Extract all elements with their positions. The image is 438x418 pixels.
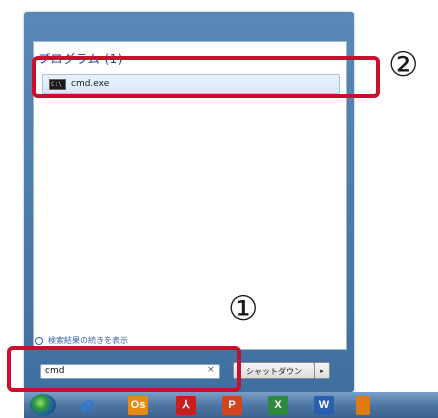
search-icon (35, 336, 43, 345)
internet-explorer-icon[interactable]: e (78, 394, 98, 416)
annotation-number-2: ② (388, 45, 419, 85)
outlook-icon[interactable]: Os (128, 396, 148, 415)
annotation-box-step-2 (32, 56, 380, 98)
start-orb-icon[interactable] (30, 394, 56, 416)
annotation-number-1: ① (228, 289, 259, 329)
app-icon[interactable] (356, 396, 370, 415)
shutdown-options-button[interactable]: ▸ (315, 362, 330, 379)
more-results-link[interactable]: 検索結果の続きを表示 (35, 335, 128, 346)
shutdown-button[interactable]: シャットダウン (233, 362, 315, 379)
more-results-label: 検索結果の続きを表示 (48, 336, 128, 345)
excel-icon[interactable]: X (268, 396, 288, 415)
word-icon[interactable]: W (314, 396, 334, 415)
annotation-box-step-1 (7, 346, 241, 392)
acrobat-icon[interactable]: ⅄ (176, 396, 196, 415)
powerpoint-icon[interactable]: P (222, 396, 242, 415)
